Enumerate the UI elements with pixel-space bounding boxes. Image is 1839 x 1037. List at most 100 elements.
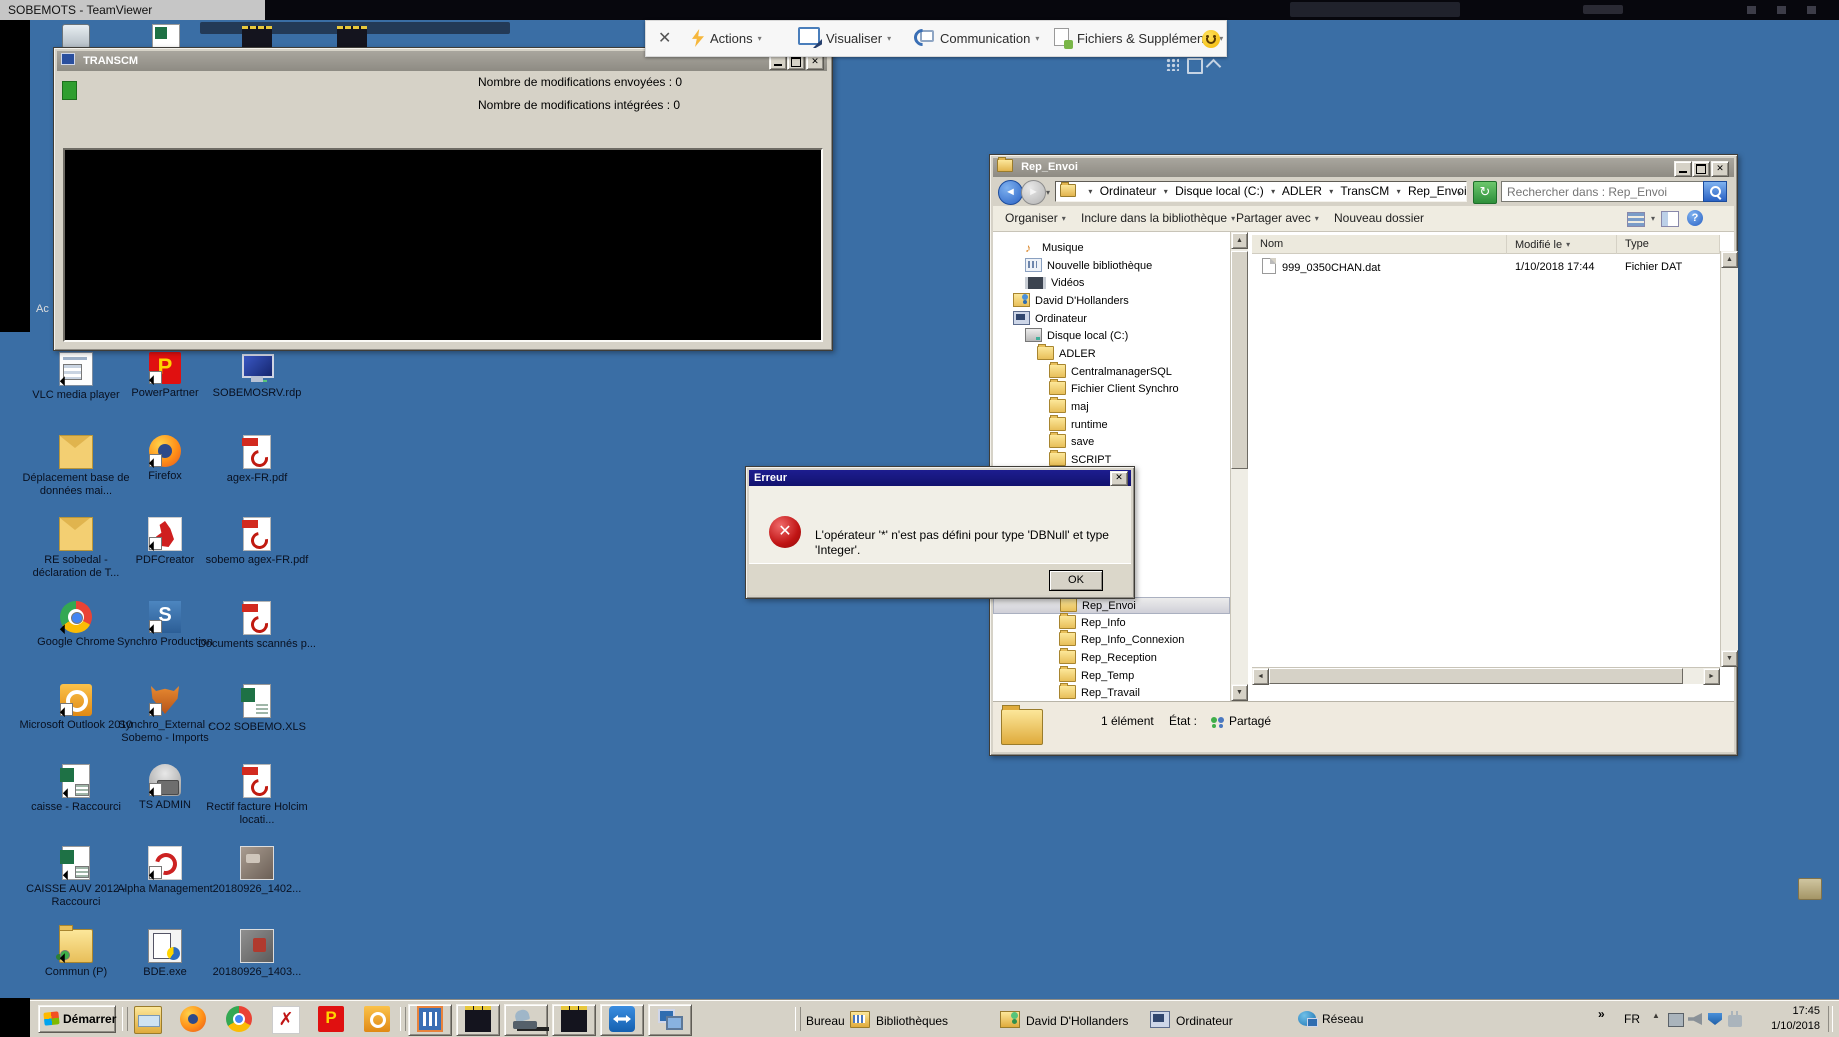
tree-item-adler[interactable]: ADLER <box>993 346 1230 363</box>
taskbar-clock[interactable]: 17:45 1/10/2018 <box>1760 1004 1820 1034</box>
tray-shield-icon[interactable] <box>1708 1013 1722 1025</box>
explorer-minimize-button[interactable] <box>1674 161 1692 177</box>
quicklaunch-app-icon[interactable]: ✗ <box>272 1006 300 1034</box>
tree-item-rep-envoi[interactable]: Rep_Envoi <box>993 597 1230 614</box>
crumb-caret-icon[interactable]: ▾ <box>1397 187 1401 196</box>
error-dialog-titlebar[interactable]: Erreur <box>749 470 1131 486</box>
tray-display-icon[interactable] <box>1668 1013 1684 1027</box>
views-dropdown-icon[interactable]: ▾ <box>1647 211 1655 225</box>
crumb-disque[interactable]: Disque local (C:) <box>1175 184 1264 198</box>
organiser-menu[interactable]: Organiser▾ <box>1005 211 1066 225</box>
tree-item-save[interactable]: save <box>993 434 1230 451</box>
explorer-close-button[interactable]: ✕ <box>1711 161 1729 177</box>
actions-menu[interactable]: Actions▾ <box>692 21 762 56</box>
tray-network-icon[interactable] <box>1728 1015 1742 1027</box>
tree-item-david[interactable]: David D'Hollanders <box>993 293 1230 310</box>
column-header-modifie[interactable]: Modifié le▾ <box>1507 235 1617 254</box>
tree-item-runtime[interactable]: runtime <box>993 417 1230 434</box>
search-button[interactable] <box>1703 181 1727 202</box>
explorer-titlebar[interactable]: Rep_Envoi <box>993 158 1734 177</box>
partager-menu[interactable]: Partager avec▾ <box>1236 211 1319 225</box>
desktop-icon-partial[interactable] <box>1798 878 1822 900</box>
fullscreen-icon[interactable] <box>1187 58 1203 74</box>
crumb-caret-icon[interactable]: ▾ <box>1164 187 1168 196</box>
column-header-type[interactable]: Type <box>1617 235 1720 254</box>
start-button[interactable]: Démarrer <box>38 1005 116 1033</box>
file-cell-name[interactable]: 999_0350CHAN.dat <box>1262 258 1380 277</box>
local-minimize-icon[interactable] <box>1747 6 1756 14</box>
toolbar-grip[interactable] <box>795 1007 801 1031</box>
taskbar-app-network-pc[interactable] <box>648 1004 692 1036</box>
local-maximize-icon[interactable] <box>1777 6 1786 14</box>
tree-item-fichier-client-synchro[interactable]: Fichier Client Synchro <box>993 381 1230 398</box>
breadcrumb[interactable]: ▾ Ordinateur ▾ Disque local (C:) ▾ ADLER… <box>1055 181 1467 202</box>
tree-item-nouvelle-bibliotheque[interactable]: Nouvelle bibliothèque <box>993 258 1230 275</box>
forward-button[interactable]: ► <box>1021 180 1046 205</box>
scroll-right-icon[interactable]: ► <box>1703 668 1720 685</box>
desktop-icon-pdf4[interactable]: Rectif facture Holcim locati... <box>197 764 317 827</box>
taskbar-button-reseau[interactable]: Réseau <box>1298 1011 1363 1026</box>
tree-item-maj[interactable]: maj <box>993 399 1230 416</box>
collapse-toolbar-icon[interactable] <box>1206 59 1222 75</box>
taskbar-app-truck[interactable] <box>504 1004 548 1036</box>
desktop-icon-pdf1[interactable]: agex-FR.pdf <box>197 435 317 485</box>
crumb-caret-icon[interactable]: ▾ <box>1329 187 1333 196</box>
scroll-left-icon[interactable]: ◄ <box>1252 668 1269 685</box>
preview-pane-icon[interactable] <box>1661 211 1679 227</box>
fichiers-menu[interactable]: Fichiers & Suppléments▾ <box>1054 21 1223 56</box>
views-icon[interactable] <box>1627 212 1645 227</box>
tree-item-rep-travail[interactable]: Rep_Travail <box>993 685 1230 701</box>
explorer-search-input[interactable] <box>1501 181 1703 202</box>
file-list-scrollbar[interactable]: ▲ ▼ <box>1720 251 1738 667</box>
quicklaunch-firefox-icon[interactable] <box>180 1006 206 1032</box>
nouveau-dossier-button[interactable]: Nouveau dossier <box>1334 211 1424 225</box>
tree-item-rep-reception[interactable]: Rep_Reception <box>993 650 1230 667</box>
refresh-button[interactable]: ↻ <box>1473 181 1497 204</box>
tree-item-disque-c[interactable]: Disque local (C:) <box>993 328 1230 345</box>
show-desktop-separator[interactable] <box>1828 1006 1833 1032</box>
back-button[interactable]: ◄ <box>998 180 1023 205</box>
tree-scrollbar[interactable]: ▲ ▼ <box>1230 232 1248 701</box>
quicklaunch-powerpartner-icon[interactable]: P <box>318 1006 344 1032</box>
tree-item-rep-temp[interactable]: Rep_Temp <box>993 668 1230 685</box>
communication-menu[interactable]: Communication▾ <box>914 21 1039 56</box>
quicklaunch-chrome-icon[interactable] <box>226 1006 252 1032</box>
inclure-menu[interactable]: Inclure dans la bibliothèque▾ <box>1081 211 1235 225</box>
bureau-toolbar-label[interactable]: Bureau <box>806 1014 845 1028</box>
crumb-transcm[interactable]: TransCM <box>1340 184 1389 198</box>
taskbar-app-teamviewer[interactable] <box>600 1004 644 1036</box>
tree-item-rep-info[interactable]: Rep_Info <box>993 615 1230 632</box>
taskbar-app-fp[interactable] <box>408 1004 452 1036</box>
help-icon[interactable]: ? <box>1687 210 1703 226</box>
scroll-down-icon[interactable]: ▼ <box>1231 684 1248 701</box>
local-close-icon[interactable] <box>1807 6 1816 14</box>
toolbar-grip[interactable] <box>122 1007 128 1031</box>
scroll-up-icon[interactable]: ▲ <box>1231 232 1248 249</box>
teamviewer-session-tab[interactable]: SOBEMOTS - TeamViewer <box>0 0 265 20</box>
nav-history-dropdown-icon[interactable]: ▾ <box>1046 188 1050 197</box>
desktop-icon-pdf3[interactable]: Documents scannés p... <box>197 601 317 651</box>
overflow-chevron-icon[interactable]: » <box>1598 1007 1605 1021</box>
crumb-adler[interactable]: ADLER <box>1282 184 1322 198</box>
scroll-down-icon[interactable]: ▼ <box>1721 650 1738 667</box>
feedback-smiley-icon[interactable] <box>1202 30 1220 48</box>
taskbar-button-david[interactable]: David D'Hollanders <box>1000 1011 1128 1028</box>
crumb-caret-icon[interactable]: ▾ <box>1088 187 1092 196</box>
hscrollbar-thumb[interactable] <box>1269 668 1683 684</box>
visualiser-menu[interactable]: Visualiser▾ <box>798 21 891 56</box>
taskbar-button-bibliotheques[interactable]: Bibliothèques <box>850 1011 948 1028</box>
column-header-nom[interactable]: Nom <box>1252 235 1507 254</box>
address-dropdown-icon[interactable]: ▾ <box>1457 189 1461 198</box>
tray-speaker-icon[interactable] <box>1688 1013 1702 1025</box>
desktop-icon-photo1[interactable]: 20180926_1402... <box>197 846 317 896</box>
tree-item-ordinateur[interactable]: Ordinateur <box>993 311 1230 328</box>
taskbar-app-building2[interactable] <box>552 1004 596 1036</box>
close-session-icon[interactable]: ✕ <box>658 28 671 50</box>
desktop-icon-rdp[interactable]: SOBEMOSRV.rdp <box>197 352 317 400</box>
ok-button[interactable]: OK <box>1049 570 1103 591</box>
tree-item-videos[interactable]: Vidéos <box>993 275 1230 292</box>
desktop-icon-co2-xls[interactable]: CO2 SOBEMO.XLS <box>197 684 317 734</box>
taskbar-app-building1[interactable] <box>456 1004 500 1036</box>
tree-item-rep-info-connexion[interactable]: Rep_Info_Connexion <box>993 632 1230 649</box>
monitor-grid-icon[interactable] <box>1166 58 1179 71</box>
